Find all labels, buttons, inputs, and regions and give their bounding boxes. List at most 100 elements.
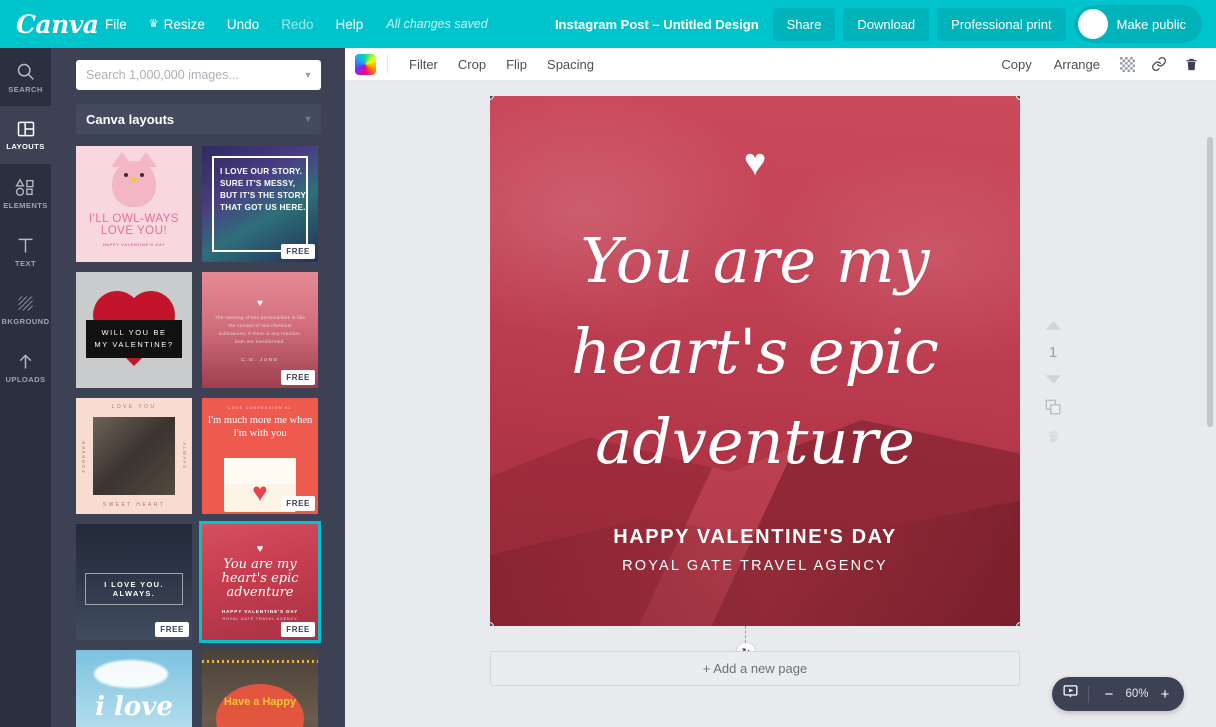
layouts-panel: ▼ Canva layouts ▼ I'LL OWL-WAYS LOVE YOU… bbox=[51, 48, 345, 727]
menu-file-label: File bbox=[105, 16, 127, 32]
layouts-category-select[interactable]: Canva layouts ▼ bbox=[76, 104, 321, 134]
document-title[interactable]: Instagram Post – Untitled Design bbox=[555, 17, 759, 32]
sidebar-item-text[interactable]: TEXT bbox=[0, 222, 51, 280]
make-public-label: Make public bbox=[1116, 16, 1186, 32]
search-input[interactable] bbox=[76, 68, 295, 82]
trash-icon bbox=[1048, 430, 1058, 443]
triangle-up-icon bbox=[1045, 321, 1061, 330]
zoom-out-button[interactable]: − bbox=[1098, 686, 1120, 703]
heart-icon: ♥ bbox=[256, 542, 264, 555]
layout-thumbnail-always[interactable]: I LOVE YOU. ALWAYS. FREE bbox=[76, 524, 192, 640]
layout-thumbnail-rose-heart[interactable]: WILL YOU BE MY VALENTINE? bbox=[76, 272, 192, 388]
download-button[interactable]: Download bbox=[843, 7, 930, 41]
zoom-in-button[interactable]: + bbox=[1154, 686, 1176, 703]
color-swatch-button[interactable] bbox=[355, 53, 376, 75]
canva-logo[interactable]: Canva bbox=[16, 10, 99, 39]
headline-line-1: You are my bbox=[580, 224, 930, 297]
zoom-divider bbox=[1088, 685, 1089, 703]
layout-thumbnail-owl[interactable]: I'LL OWL-WAYS LOVE YOU! HAPPY VALENTINE'… bbox=[76, 146, 192, 262]
thumb-line-2: heart's epic bbox=[221, 570, 299, 586]
menu-help[interactable]: Help bbox=[324, 11, 374, 38]
chevron-down-icon[interactable]: ▼ bbox=[295, 70, 321, 80]
layout-thumbnail-epic-adventure[interactable]: ♥ You are my heart's epic adventure HAPP… bbox=[199, 521, 321, 643]
sidebar-item-background-label: BKGROUND bbox=[1, 316, 50, 326]
search-icon bbox=[17, 63, 34, 80]
thumb-quote: The meeting of two personalities is like… bbox=[214, 315, 306, 346]
duplicate-page-button[interactable] bbox=[1044, 398, 1062, 416]
thumb-footer-sub: ROYAL GATE TRAVEL AGENCY bbox=[222, 617, 298, 622]
top-bar-actions: Instagram Post – Untitled Design Share D… bbox=[555, 5, 1216, 43]
present-button[interactable] bbox=[1062, 683, 1079, 705]
spacing-button[interactable]: Spacing bbox=[537, 52, 604, 77]
menu-file[interactable]: File bbox=[94, 11, 138, 38]
delete-button[interactable] bbox=[1176, 51, 1206, 77]
sidebar-item-background[interactable]: BKGROUND bbox=[0, 280, 51, 338]
thumb-author: C.G. JUNG bbox=[241, 357, 279, 363]
resize-handle-top-right[interactable] bbox=[1016, 96, 1020, 100]
heart-icon: ♥ bbox=[743, 142, 767, 184]
headline-line-3: adventure bbox=[595, 405, 915, 479]
design-footer[interactable]: HAPPY VALENTINE'S DAY ROYAL GATE TRAVEL … bbox=[490, 526, 1020, 574]
make-public-toggle[interactable]: Make public bbox=[1073, 5, 1202, 43]
sidebar-item-elements[interactable]: ELEMENTS bbox=[0, 164, 51, 222]
layouts-icon bbox=[17, 121, 34, 137]
menu-undo[interactable]: Undo bbox=[216, 11, 270, 38]
move-page-up-button[interactable] bbox=[1045, 320, 1062, 331]
crown-icon: ♛ bbox=[148, 17, 159, 30]
vertical-scrollbar[interactable] bbox=[1207, 137, 1213, 427]
menu-resize[interactable]: ♛ Resize bbox=[138, 11, 216, 38]
transparency-button[interactable] bbox=[1112, 51, 1142, 77]
save-status: All changes saved bbox=[386, 17, 488, 31]
arrange-button[interactable]: Arrange bbox=[1044, 52, 1110, 77]
menu-help-label: Help bbox=[335, 16, 364, 32]
thumb-caption-bar: WILL YOU BE MY VALENTINE? bbox=[86, 320, 182, 358]
menu-redo[interactable]: Redo bbox=[270, 11, 324, 38]
sidebar-item-elements-label: ELEMENTS bbox=[3, 200, 48, 210]
sidebar-item-uploads[interactable]: UPLOADS bbox=[0, 338, 51, 396]
thumb-line-1: You are my bbox=[223, 556, 297, 572]
menu-undo-label: Undo bbox=[226, 16, 260, 32]
avatar bbox=[1077, 9, 1108, 39]
copy-button[interactable]: Copy bbox=[991, 52, 1041, 77]
flip-button[interactable]: Flip bbox=[496, 52, 537, 77]
thumb-text: Have a Happy bbox=[223, 696, 297, 708]
layout-thumbnail-beach-quote[interactable]: ♥ The meeting of two personalities is li… bbox=[202, 272, 318, 388]
heart-icon: ♥ bbox=[252, 477, 268, 507]
add-new-page-button[interactable]: + Add a new page bbox=[490, 651, 1020, 686]
thumb-line-3: adventure bbox=[226, 585, 294, 601]
layout-thumbnail-love-you-photo[interactable]: LOVE YOU SWEET HEART FOREVER ALWAYS bbox=[76, 398, 192, 514]
thumb-text: i love bbox=[95, 692, 173, 722]
crop-button[interactable]: Crop bbox=[448, 52, 496, 77]
layout-thumbnail-i-love[interactable]: i love bbox=[76, 650, 192, 727]
link-button[interactable] bbox=[1144, 51, 1174, 77]
professional-print-button[interactable]: Professional print bbox=[937, 7, 1066, 41]
layout-thumbnail-aurora[interactable]: I LOVE OUR STORY. SURE IT'S MESSY, BUT I… bbox=[202, 146, 318, 262]
resize-handle-bottom-right[interactable] bbox=[1016, 622, 1020, 626]
resize-handle-top-left[interactable] bbox=[490, 96, 494, 100]
canvas-stage: ♥ You are my heart's epic adventure HAPP… bbox=[345, 81, 1216, 727]
sidebar-item-uploads-label: UPLOADS bbox=[5, 374, 46, 384]
link-icon bbox=[1152, 57, 1166, 71]
triangle-down-icon bbox=[1045, 375, 1061, 384]
move-page-down-button[interactable] bbox=[1045, 374, 1062, 385]
sidebar-item-search[interactable]: SEARCH bbox=[0, 48, 51, 106]
menu-redo-label: Redo bbox=[281, 16, 314, 32]
free-badge: FREE bbox=[281, 244, 315, 259]
filter-button[interactable]: Filter bbox=[399, 52, 448, 77]
layout-thumbnail-pumpkin[interactable]: Have a Happy bbox=[202, 650, 318, 727]
chevron-down-icon: ▼ bbox=[303, 114, 313, 124]
top-bar: Canva File ♛ Resize Undo Redo Help All c… bbox=[0, 0, 1216, 48]
design-canvas[interactable]: ♥ You are my heart's epic adventure HAPP… bbox=[490, 96, 1020, 626]
thumb-line-2: LOVE YOU! bbox=[100, 225, 168, 237]
elements-icon bbox=[14, 177, 34, 196]
thumb-eyebrow: LOVE CONFESSION #1 bbox=[228, 406, 292, 410]
search-field-wrap[interactable]: ▼ bbox=[76, 60, 321, 90]
presentation-icon bbox=[1063, 685, 1078, 698]
delete-page-button[interactable] bbox=[1046, 429, 1061, 444]
sidebar-item-layouts[interactable]: LAYOUTS bbox=[0, 106, 51, 164]
share-button[interactable]: Share bbox=[772, 7, 836, 41]
dotted-divider bbox=[202, 660, 318, 663]
thumb-text: I LOVE YOU. ALWAYS. bbox=[104, 579, 164, 598]
layout-thumbnail-envelope[interactable]: LOVE CONFESSION #1 I'm much more me when… bbox=[202, 398, 318, 514]
design-headline[interactable]: You are my heart's epic adventure bbox=[490, 216, 1020, 488]
